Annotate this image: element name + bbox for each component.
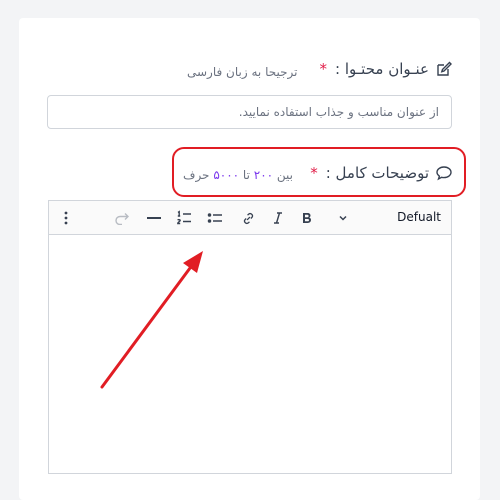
required-marker: * [319, 60, 328, 78]
editor-toolbar: Defualt [49, 201, 451, 235]
horizontal-line-icon[interactable] [143, 207, 165, 229]
edit-icon [435, 60, 453, 78]
title-hint: ترجیحا به زبان فارسی [187, 65, 298, 79]
editor-content-area[interactable] [49, 235, 451, 473]
title-label-row: عنـوان محتـوا : * [320, 60, 453, 78]
redo-icon[interactable] [110, 207, 132, 229]
rich-text-editor[interactable]: Defualt [48, 200, 452, 474]
italic-icon[interactable] [267, 207, 289, 229]
annotation-highlight-box [172, 147, 466, 197]
numbered-list-icon[interactable] [173, 207, 195, 229]
link-icon[interactable] [237, 207, 259, 229]
title-input[interactable] [47, 95, 452, 129]
format-select[interactable]: Defualt [397, 210, 441, 224]
chevron-down-icon[interactable] [332, 207, 354, 229]
more-vertical-icon[interactable] [55, 207, 77, 229]
title-label: عنـوان محتـوا : [335, 60, 429, 78]
bold-icon[interactable] [296, 207, 318, 229]
bullet-list-icon[interactable] [204, 207, 226, 229]
